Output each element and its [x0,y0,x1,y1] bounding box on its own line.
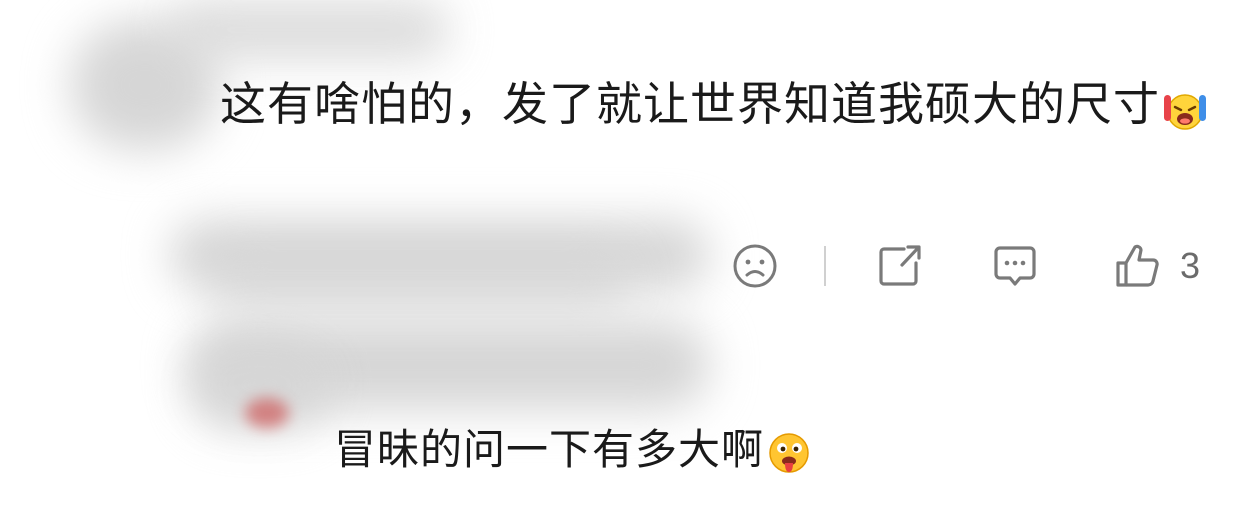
reply-body: 冒昧的问一下有多大啊 [334,420,812,480]
thumbs-up-icon [1116,244,1159,287]
drooling-emoji-icon [766,430,812,476]
comment-text: 这有啥怕的，发了就让世界知道我硕大的尺寸 [220,77,1160,131]
action-divider [824,246,826,286]
crying-laughing-emoji-icon [1162,85,1208,131]
comment-thread: 这有啥怕的，发了就让世界知道我硕大的尺寸 3 冒昧的问一下有多大啊 [0,0,1260,527]
redacted-username [170,0,450,60]
reply-avatar [245,398,289,428]
like-count: 3 [1180,245,1201,286]
comment-actions: 3 [730,238,1200,294]
sad-face-icon [733,244,777,288]
reply-button[interactable] [990,241,1040,291]
comment-body: 这有啥怕的，发了就让世界知道我硕大的尺寸 [220,72,1220,136]
like-button[interactable]: 3 [1112,241,1200,291]
comment-bubble-icon [994,246,1036,286]
share-icon [879,245,921,286]
reply-text: 冒昧的问一下有多大啊 [334,425,765,474]
dislike-button[interactable] [730,241,780,291]
redacted-meta-2 [210,250,630,310]
share-button[interactable] [874,241,924,291]
